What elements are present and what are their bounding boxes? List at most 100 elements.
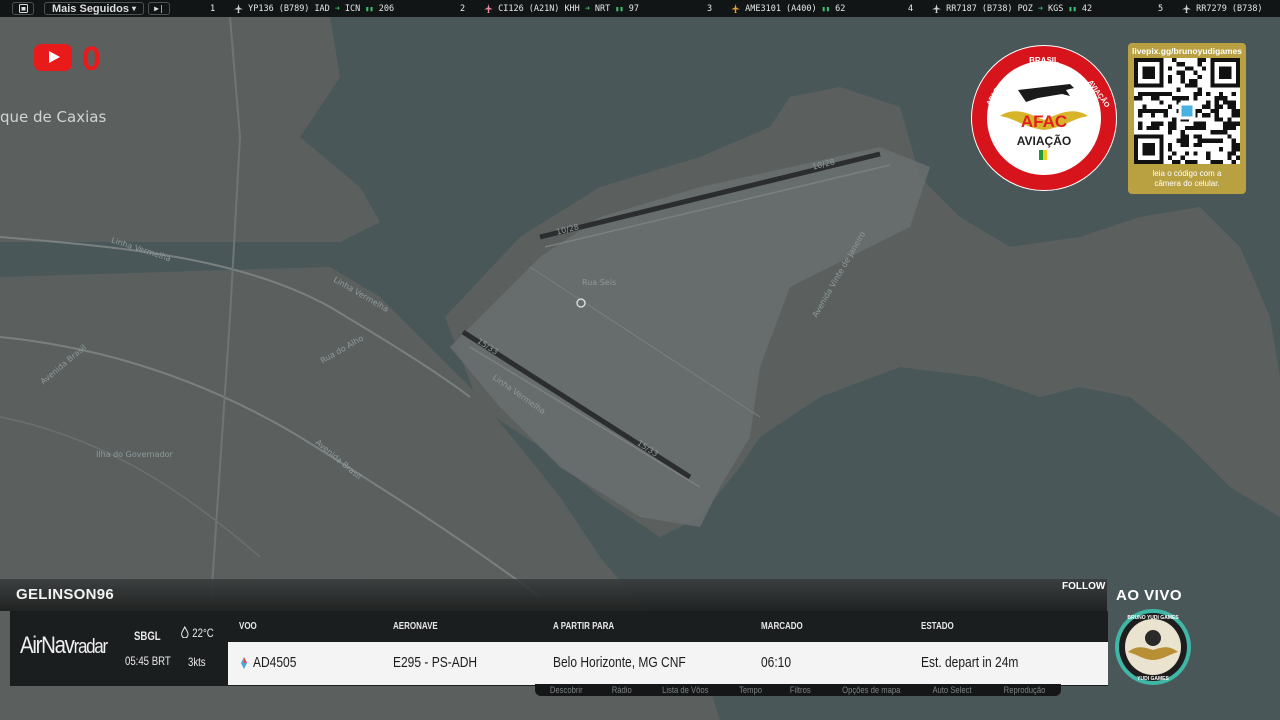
qr-code-icon (1134, 58, 1240, 164)
ticker-destination: NRT (594, 3, 611, 14)
signal-bars-icon: ▮▮ (821, 4, 831, 13)
ticker-origin: POZ (1017, 3, 1033, 14)
ticker-callsign: YP136 (248, 3, 274, 14)
temperature: 22°C (180, 625, 214, 640)
ticker-destination: KGS (1048, 3, 1064, 14)
qr-caption-line: leia o código com a (1152, 169, 1222, 178)
ticker-aircraft-type: (A400) (785, 3, 817, 14)
scheduled-time: 06:10 (761, 654, 792, 671)
signal-bars-icon: ▮▮ (615, 4, 624, 13)
ticker-destination: ICN (344, 3, 361, 14)
youtube-counter: 0 (82, 40, 101, 78)
most-followed-ticker: Mais Seguidos ▾ ▶| 1 YP136 (B789) IAD ➜ ICN ▮▮… (0, 0, 1280, 17)
app-tab[interactable]: Filtros (790, 685, 811, 695)
stream-overlay: que de Caxias Linha Vermelha Linha Verme… (0, 0, 1280, 720)
airport-code: SBGL (134, 629, 161, 643)
plane-icon (932, 4, 942, 13)
ticker-rank: 3 (707, 3, 713, 14)
ticker-filter-select[interactable]: Mais Seguidos ▾ (44, 2, 144, 15)
weather-drop-icon (181, 625, 189, 639)
live-label: AO VIVO (1116, 587, 1183, 604)
ticker-callsign: RR7187 (946, 3, 977, 14)
badge-top-text: BRUNO YUDI GAMES (1127, 615, 1179, 621)
qr-caption-line: câmera do celular. (1154, 179, 1220, 188)
app-tab-bar: Descobrir Rádio Lista de Vôos Tempo Filtros O… (535, 684, 1061, 696)
window-icon (18, 4, 28, 13)
flight-status: Est. depart in 24m (921, 654, 1019, 671)
ticker-origin: IAD (314, 3, 330, 14)
skip-button[interactable]: ▶| (148, 2, 170, 15)
arrow-right-icon: ➜ (1037, 3, 1044, 14)
flight-row[interactable]: AD4505 E295 - PS-ADH Belo Horizonte, MG … (228, 642, 1108, 685)
col-header-status: ESTADO (921, 621, 954, 632)
afac-ring-top: BRASIL (1029, 56, 1059, 65)
col-header-route: A PARTIR PARA (553, 621, 615, 632)
signal-bars-icon: ▮▮ (365, 4, 374, 13)
ticker-rank: 1 (210, 3, 216, 14)
afac-title: AFAC (1021, 112, 1067, 131)
badge-bottom-text: YUDI GAMES (1137, 676, 1169, 682)
brand-main: AirNav (20, 632, 75, 659)
plane-icon (1182, 4, 1192, 13)
ticker-callsign: CI126 (498, 3, 524, 14)
ticker-origin: KHH (564, 3, 580, 14)
app-tab[interactable]: Lista de Vôos (662, 685, 708, 695)
ticker-item[interactable]: 1 YP136 (B789) IAD ➜ ICN ▮▮ 206 (210, 0, 394, 17)
ticker-callsign: AME3101 (745, 3, 781, 14)
route: Belo Horizonte, MG CNF (553, 654, 686, 671)
col-header-flight: VOO (239, 621, 257, 632)
ticker-item[interactable]: 3 AME3101 (A400) ▮▮ 62 (707, 0, 845, 17)
airnav-radar-logo: AirNavradar (20, 632, 109, 660)
ticker-aircraft-type: (B738) (1231, 3, 1263, 14)
username: GELINSON96 (16, 586, 115, 603)
ticker-followers: 97 (628, 3, 639, 14)
plane-icon (731, 4, 741, 13)
plane-icon (234, 4, 244, 13)
signal-bars-icon: ▮▮ (1068, 4, 1077, 13)
temperature-value: 22°C (192, 626, 214, 640)
ticker-item[interactable]: 2 CI126 (A21N) KHH ➜ NRT ▮▮ 97 (460, 0, 639, 17)
afac-aviacao-logo: AFAC AVIAÇÃO BRASIL AFAC AVIAÇÃO (971, 45, 1117, 191)
youtube-icon (34, 44, 72, 71)
ticker-callsign: RR7279 (1196, 3, 1227, 14)
ticker-rank: 5 (1158, 3, 1164, 14)
wind-speed: 3kts (188, 655, 206, 669)
chevron-down-icon: ▾ (132, 4, 137, 13)
skip-next-icon: ▶| (154, 4, 164, 13)
ticker-followers: 42 (1081, 3, 1093, 14)
flight-number: AD4505 (253, 654, 297, 671)
ticker-aircraft-type: (B789) (278, 3, 310, 14)
col-header-scheduled: MARCADO (761, 621, 803, 632)
menu-button[interactable] (12, 2, 34, 15)
app-tab[interactable]: Descobrir (550, 685, 583, 695)
ticker-item[interactable]: 4 RR7187 (B738) POZ ➜ KGS ▮▮ 42 (908, 0, 1092, 17)
ticker-item[interactable]: 5 RR7279 (B738) (1158, 0, 1263, 17)
qr-url: livepix.gg/brunoyudigames (1131, 46, 1243, 56)
app-tab[interactable]: Rádio (612, 685, 632, 695)
arrow-right-icon: ➜ (334, 3, 340, 14)
map-label-city: que de Caxias (0, 108, 107, 126)
follow-button[interactable]: FOLLOW (1062, 581, 1105, 592)
plane-icon (484, 4, 494, 13)
brand-sub: radar (73, 636, 109, 658)
channel-badge-logo: BRUNO YUDI GAMES YUDI GAMES (1115, 609, 1191, 685)
afac-subtitle: AVIAÇÃO (1017, 133, 1071, 148)
col-header-aircraft: AERONAVE (393, 621, 438, 632)
ticker-aircraft-type: (B738) (981, 3, 1013, 14)
ticker-followers: 206 (378, 3, 395, 14)
app-tab[interactable]: Opções de mapa (842, 685, 900, 695)
ticker-rank: 4 (908, 3, 914, 14)
app-tab[interactable]: Tempo (739, 685, 762, 695)
map-label-ilha: Ilha do Governador (96, 450, 173, 459)
user-header-bar: GELINSON96 (0, 579, 1107, 611)
arrow-right-icon: ➜ (584, 3, 590, 14)
app-tab[interactable]: Auto Select (933, 685, 972, 695)
ticker-aircraft-type: (A21N) (528, 3, 560, 14)
ticker-followers: 62 (835, 3, 846, 14)
ticker-filter-label: Mais Seguidos (51, 2, 129, 15)
app-tab[interactable]: Reprodução (1003, 685, 1045, 695)
ticker-rank: 2 (460, 3, 466, 14)
flight-marker-icon (241, 657, 247, 669)
qr-caption: leia o código com a câmera do celular. (1128, 169, 1246, 189)
local-time: 05:45 BRT (125, 654, 171, 668)
